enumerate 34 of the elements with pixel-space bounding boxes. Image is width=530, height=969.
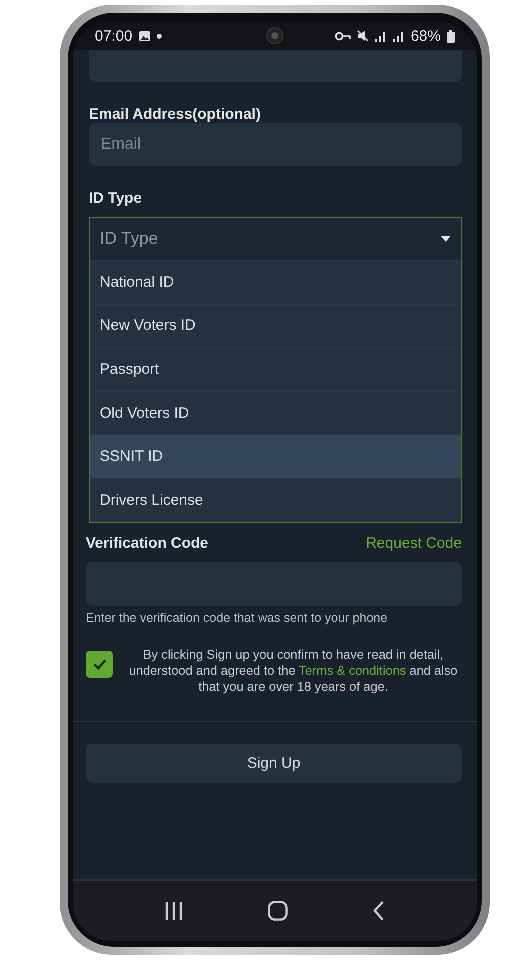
input-field[interactable] bbox=[89, 50, 462, 82]
checkbox[interactable] bbox=[86, 650, 113, 678]
status-time: 07:00 bbox=[95, 28, 133, 44]
sign-up-button[interactable]: Sign Up bbox=[86, 744, 462, 783]
home-icon[interactable] bbox=[268, 901, 288, 921]
signal-icon bbox=[374, 30, 387, 42]
dropdown-option[interactable]: National ID bbox=[90, 260, 461, 304]
request-code-link[interactable]: Request Code bbox=[366, 534, 462, 552]
caret-icon bbox=[441, 236, 451, 242]
recent-apps-icon[interactable] bbox=[165, 902, 184, 920]
field-label: Verification Code bbox=[86, 534, 209, 552]
id-type-dropdown[interactable]: ID Type National ID New Voters ID Passport Old Voters ID SSNIT ID Drivers License bbox=[89, 217, 462, 523]
camera-icon bbox=[266, 27, 284, 45]
dropdown-option[interactable]: Passport bbox=[90, 347, 461, 391]
signal-icon bbox=[392, 30, 405, 42]
dropdown-placeholder: ID Type bbox=[100, 229, 160, 249]
battery-icon bbox=[447, 30, 455, 42]
terms-link[interactable]: Terms & conditions bbox=[299, 664, 406, 678]
hint-text: Enter the verification code that was sent to your phone bbox=[86, 610, 389, 625]
email-field[interactable]: Email bbox=[89, 123, 462, 166]
image-icon bbox=[138, 30, 151, 42]
dropdown-option[interactable]: Drivers License bbox=[90, 478, 461, 522]
key-icon bbox=[334, 32, 351, 40]
terms-text: By clicking Sign up you confirm to have read in detail, understood and agreed to the Terms & conditions and also that you are over 18 years of age. bbox=[128, 646, 459, 695]
dropdown-option[interactable]: Old Voters ID bbox=[90, 390, 461, 434]
battery-percent: 68% bbox=[410, 28, 441, 44]
dropdown-option[interactable]: SSNIT ID bbox=[90, 434, 461, 478]
dropdown-option[interactable]: New Voters ID bbox=[90, 304, 461, 348]
mute-icon bbox=[356, 30, 369, 42]
field-label: Email Address(optional) bbox=[89, 106, 262, 123]
back-icon[interactable] bbox=[372, 901, 385, 921]
check-icon bbox=[92, 658, 106, 670]
dot-icon bbox=[156, 34, 162, 38]
field-label: ID Type bbox=[89, 190, 144, 207]
